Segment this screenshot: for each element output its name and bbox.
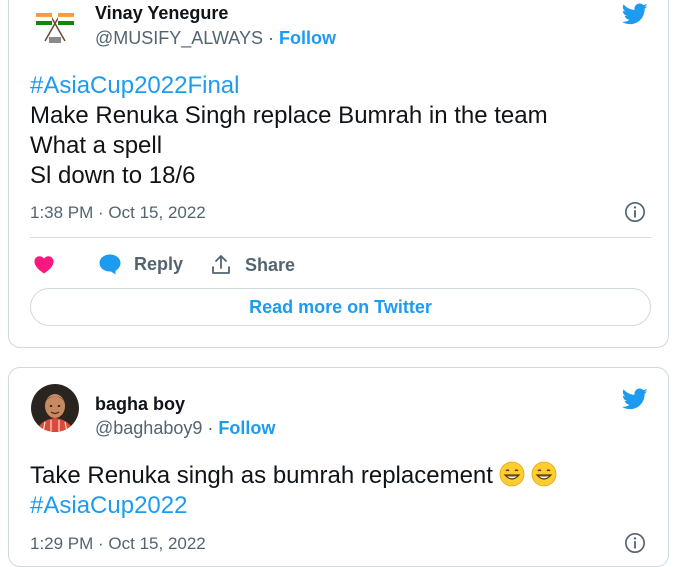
hashtag-link[interactable]: #AsiaCup2022Final (30, 71, 548, 101)
info-icon[interactable] (624, 532, 646, 554)
tweet-text-content: Take Renuka singh as bumrah replacement (30, 462, 493, 489)
avatar[interactable] (31, 384, 79, 432)
author-handle-line: @baghaboy9 · Follow (95, 418, 275, 439)
heart-icon[interactable] (33, 254, 55, 274)
author-name[interactable]: bagha boy (95, 394, 185, 415)
twitter-bird-icon[interactable] (620, 386, 650, 412)
share-label: Share (245, 254, 296, 275)
tweet-card: bagha boy @baghaboy9 · Follow Take Renuk… (8, 367, 669, 567)
twitter-bird-icon[interactable] (620, 1, 650, 27)
tweet-timestamp[interactable]: 1:29 PM · Oct 15, 2022 (30, 534, 206, 554)
author-name[interactable]: Vinay Yenegure (95, 3, 228, 24)
tweet-text-line: Sl down to 18/6 (30, 162, 196, 189)
tweet-card: Vinay Yenegure @MUSIFY_ALWAYS · Follow #… (8, 0, 669, 348)
tweet-text: #AsiaCup2022Final Make Renuka Singh repl… (30, 71, 548, 191)
grinning-face-emoji (499, 461, 525, 487)
info-icon[interactable] (624, 201, 646, 223)
separator: · (267, 28, 274, 48)
follow-button[interactable]: Follow (218, 418, 275, 438)
divider (30, 237, 651, 238)
tweet-text-line: What a spell (30, 132, 163, 159)
reply-button[interactable]: Reply (98, 253, 183, 275)
hashtag-link[interactable]: #AsiaCup2022 (30, 491, 557, 521)
reply-label: Reply (134, 253, 184, 274)
tweet-text: Take Renuka singh as bumrah replacement … (30, 461, 557, 521)
tweet-text-line: Make Renuka Singh replace Bumrah in the … (30, 102, 548, 129)
author-handle[interactable]: @MUSIFY_ALWAYS (95, 28, 263, 48)
share-icon (212, 255, 230, 274)
follow-button[interactable]: Follow (279, 28, 336, 48)
reply-bubble-icon (99, 254, 121, 275)
author-handle-line: @MUSIFY_ALWAYS · Follow (95, 28, 336, 49)
tweet-text-line: Take Renuka singh as bumrah replacement (30, 461, 557, 491)
grinning-face-emoji (531, 461, 557, 487)
avatar[interactable] (31, 1, 79, 49)
share-button[interactable]: Share (209, 253, 295, 277)
read-more-button[interactable]: Read more on Twitter (30, 288, 651, 326)
tweet-timestamp[interactable]: 1:38 PM · Oct 15, 2022 (30, 203, 206, 223)
author-handle[interactable]: @baghaboy9 (95, 418, 202, 438)
separator: · (207, 418, 214, 438)
